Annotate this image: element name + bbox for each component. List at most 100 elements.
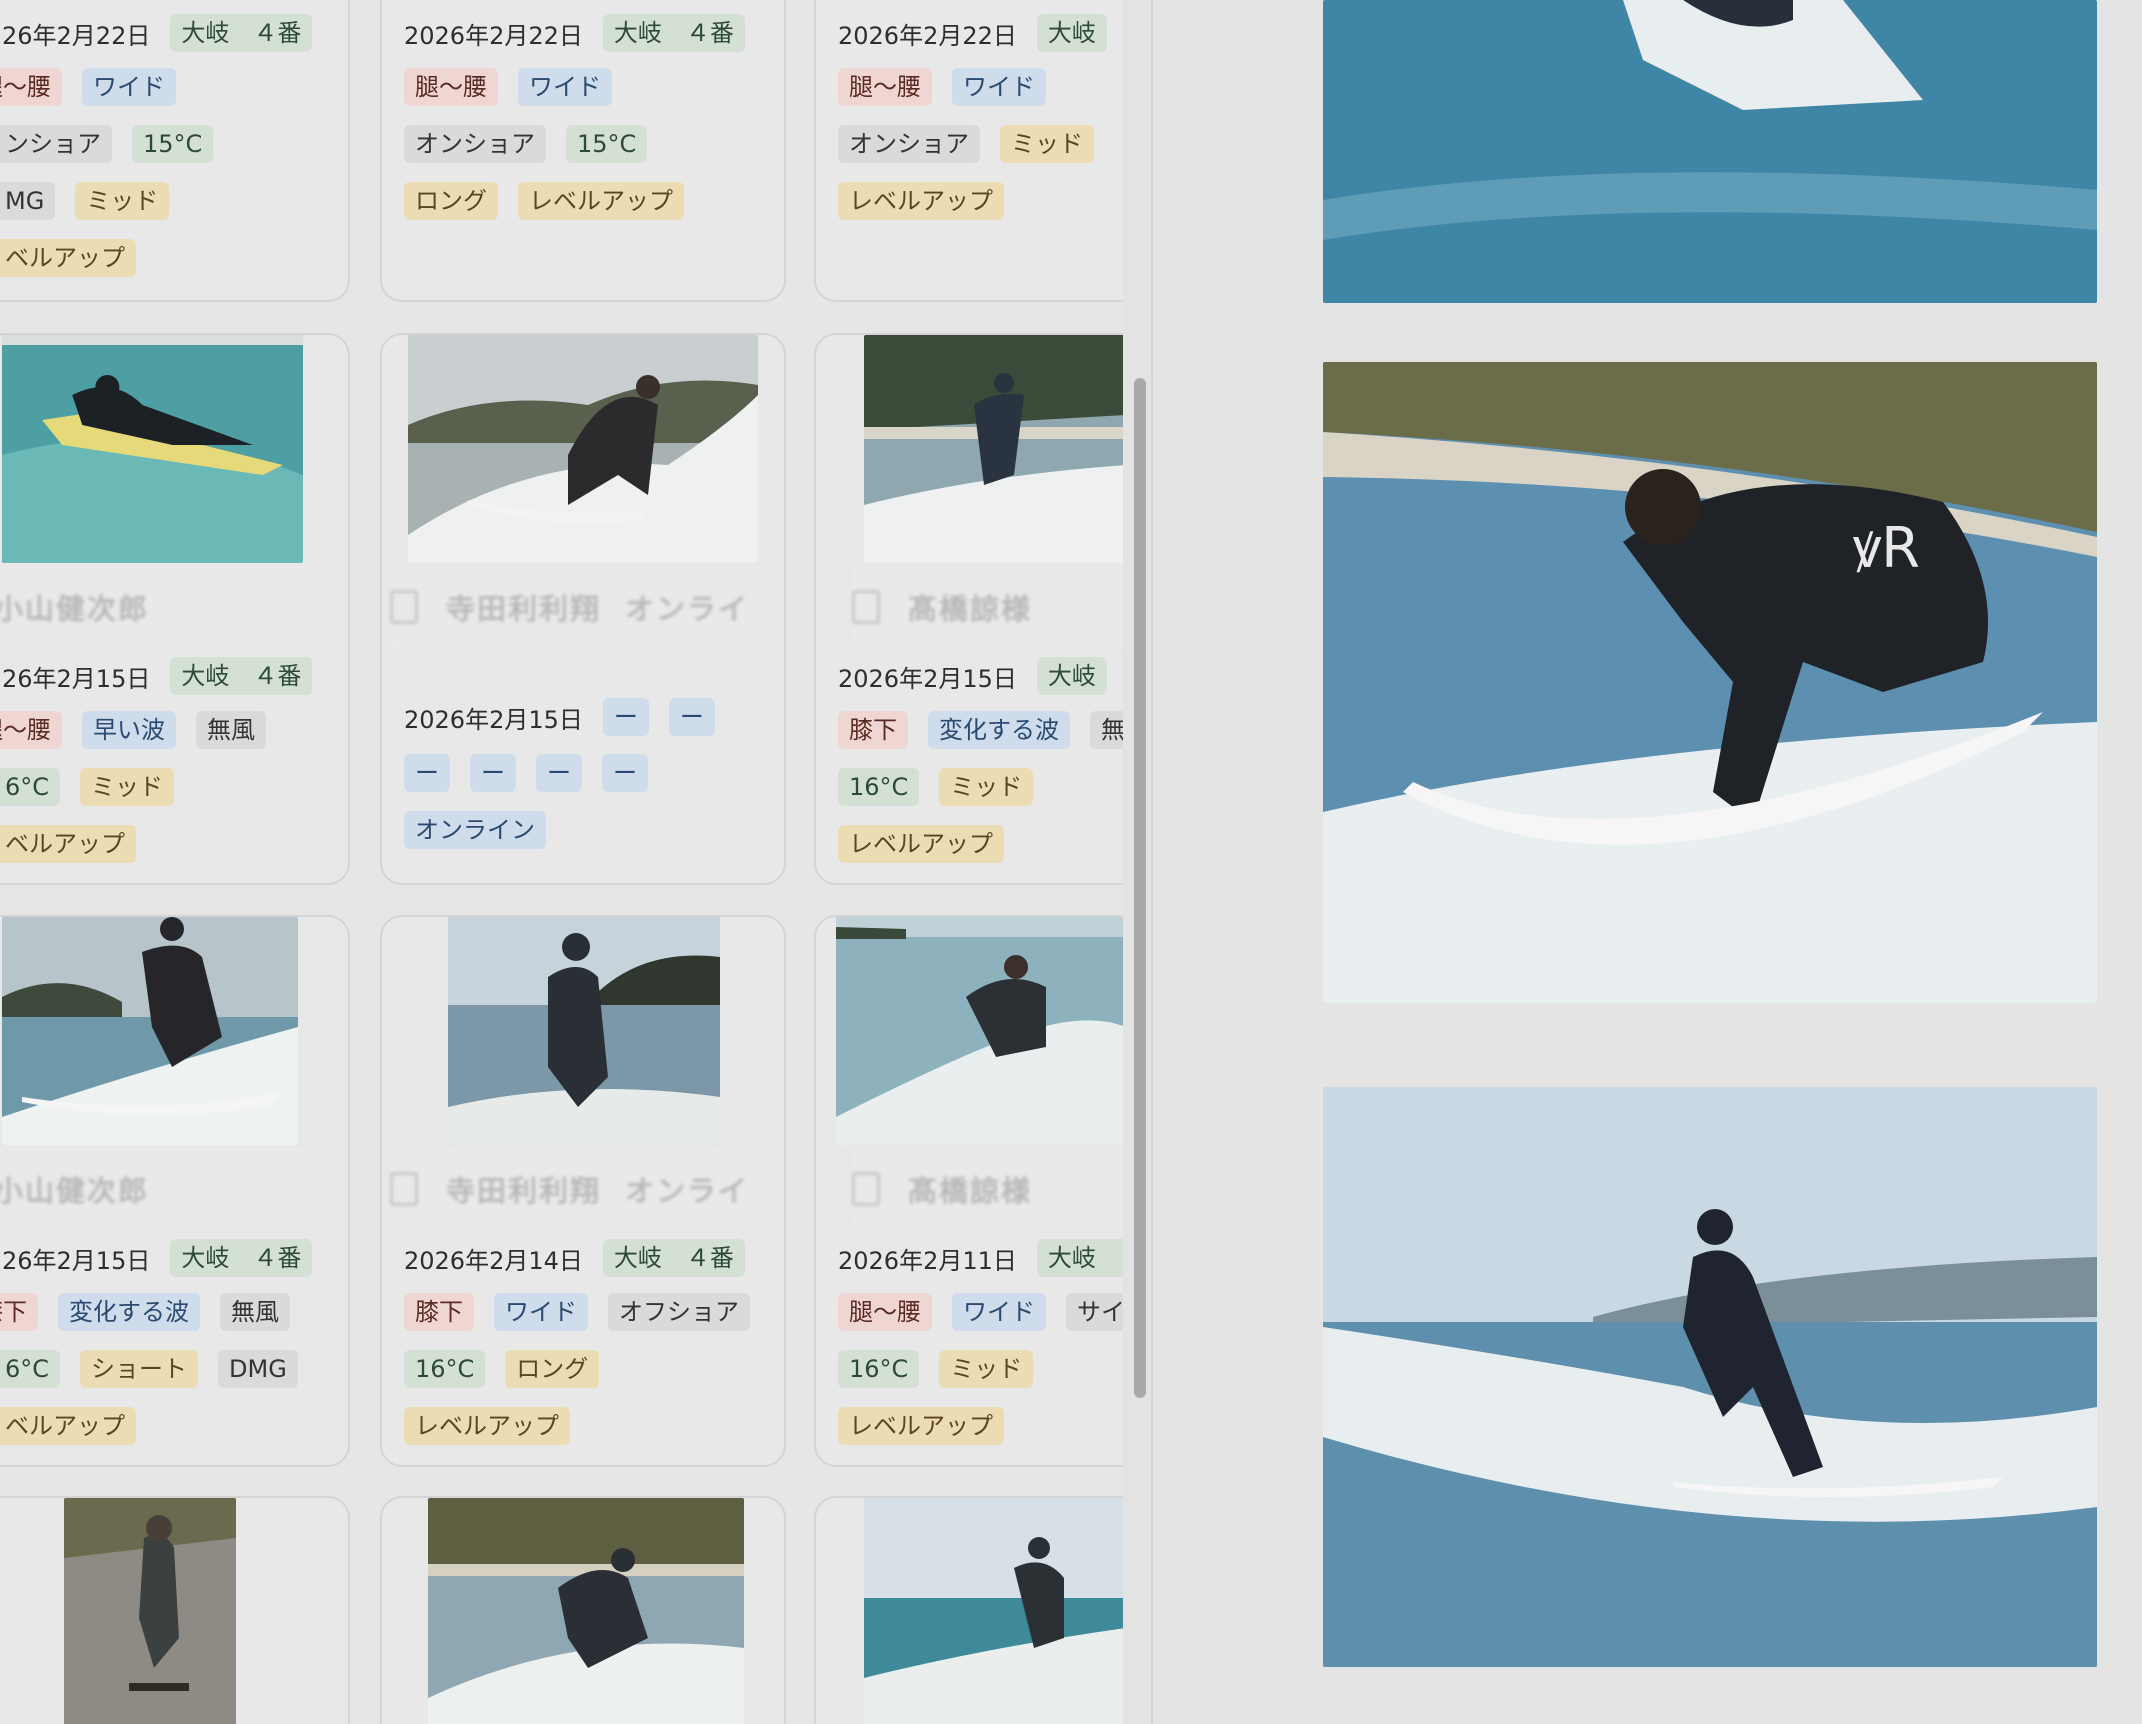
document-icon <box>852 590 880 624</box>
tag: 無風 <box>196 711 266 749</box>
tag: 6°C <box>0 768 61 806</box>
gallery-scrollbar[interactable] <box>1134 378 1146 1398</box>
card-photo <box>448 917 720 1145</box>
card-photo <box>64 1498 236 1724</box>
tag: 膝下 <box>0 1293 38 1331</box>
record-card[interactable]: 2026年2月22日 大岐 腿〜腰 ワイド オンショア ミッド レベルアップ <box>814 0 1123 302</box>
svg-text:ꝟR: ꝟR <box>1853 516 1920 581</box>
tag: 大岐 ４番 <box>170 1239 313 1277</box>
tag: 無風 <box>220 1293 290 1331</box>
tag: 無 <box>1090 711 1123 749</box>
viewer-photo[interactable]: ꝟR <box>1323 362 2097 1003</box>
document-icon <box>390 590 418 624</box>
tag: ミッド <box>1000 125 1094 163</box>
date-label: 2026年2月11日 <box>838 1246 1017 1275</box>
tag: ロング <box>404 182 498 220</box>
tag: 15°C <box>566 125 648 163</box>
tag: レベルアップ <box>518 182 684 220</box>
tag: ベルアップ <box>0 239 136 277</box>
tag: レベルアップ <box>838 182 1004 220</box>
tag: ショート <box>80 1350 199 1388</box>
card-title: 寺田利利翔 オンライ <box>390 565 782 649</box>
tag: ワイド <box>494 1293 588 1331</box>
tag: ミッド <box>939 768 1034 806</box>
date-label: 26年2月15日 <box>2 1246 151 1275</box>
record-card[interactable] <box>0 1496 350 1724</box>
tag: レベルアップ <box>838 1407 1004 1445</box>
tag: ー <box>536 754 582 792</box>
tag: 腿〜腰 <box>838 68 932 106</box>
date-label: 2026年2月22日 <box>404 21 583 50</box>
tag: 15°C <box>132 125 214 163</box>
tag: 膝下 <box>404 1293 474 1331</box>
record-card[interactable]: 寺田利利翔 オンライ 2026年2月14日 大岐 ４番 膝下 ワイド オフショア … <box>380 915 786 1467</box>
tag: 6°C <box>0 1350 61 1388</box>
tag: DMG <box>218 1350 298 1388</box>
tag: 大岐 ４ <box>1036 1239 1123 1277</box>
date-label: 26年2月15日 <box>2 664 151 693</box>
card-title: 小山健次郎 <box>0 1147 344 1231</box>
viewer-photo[interactable] <box>1323 1087 2097 1667</box>
tag: ワイド <box>952 68 1046 106</box>
tag: 変化する波 <box>928 711 1070 749</box>
card-title: 髙橋諒様 <box>852 565 1123 649</box>
tag: 変化する波 <box>58 1293 200 1331</box>
tag: ワイド <box>952 1293 1046 1331</box>
document-icon <box>390 1172 418 1206</box>
date-label: 2026年2月22日 <box>838 21 1017 50</box>
record-card[interactable]: 髙橋諒様 2026年2月15日 大岐 膝下 変化する波 無 16°C ミッド レ… <box>814 333 1123 885</box>
tag: ワイド <box>82 68 176 106</box>
tag: オンライン <box>404 811 546 849</box>
tag: ー <box>602 698 649 736</box>
tag: 大岐 <box>1036 14 1107 52</box>
card-photo <box>2 917 298 1145</box>
tag: レベルアップ <box>838 825 1004 863</box>
document-icon <box>852 1172 880 1206</box>
tag: 腿〜腰 <box>838 1293 932 1331</box>
record-card[interactable]: 寺田利利翔 オンライ 2026年2月15日 ー ー ー ー ー ー オンライン <box>380 333 786 885</box>
card-photo <box>428 1498 744 1724</box>
record-card[interactable] <box>380 1496 786 1724</box>
record-card[interactable]: 小山健次郎 26年2月15日 大岐 ４番 腿〜腰 早い波 無風 6°C ミッド … <box>0 333 350 885</box>
tag: レベルアップ <box>404 1407 570 1445</box>
tag: 16°C <box>838 1350 920 1388</box>
card-title: 寺田利利翔 オンライ <box>390 1147 782 1231</box>
tag: 大岐 ４番 <box>602 14 745 52</box>
tag: オンショア <box>838 125 980 163</box>
tag: ー <box>668 698 715 736</box>
tag: ミッド <box>75 182 170 220</box>
tag: MG <box>0 182 56 220</box>
tag: オンショア <box>404 125 546 163</box>
card-photo <box>864 1498 1123 1724</box>
tag: 16°C <box>404 1350 486 1388</box>
tag: オフショア <box>608 1293 750 1331</box>
viewer-photo[interactable] <box>1323 0 2097 303</box>
tag: ロング <box>505 1350 600 1388</box>
date-label: 26年2月22日 <box>2 21 151 50</box>
record-card[interactable]: 2026年2月22日 大岐 ４番 腿〜腰 ワイド オンショア 15°C ロング … <box>380 0 786 302</box>
date-label: 2026年2月15日 <box>838 664 1017 693</box>
tag: ー <box>602 754 648 792</box>
tag: 大岐 <box>1036 657 1107 695</box>
photo-viewer: ꝟR <box>1153 0 2142 1724</box>
tag: ー <box>404 754 450 792</box>
tag: ミッド <box>80 768 175 806</box>
tag: 早い波 <box>82 711 176 749</box>
tag: ワイド <box>518 68 612 106</box>
record-card[interactable]: 26年2月22日 大岐 ４番 腿〜腰 ワイド ンショア 15°C MG ミッド … <box>0 0 350 302</box>
tag: 大岐 ４番 <box>602 1239 745 1277</box>
card-title: 小山健次郎 <box>0 565 344 649</box>
tag: ンショア <box>0 125 112 163</box>
date-label: 2026年2月15日 <box>404 705 583 734</box>
tag: ミッド <box>939 1350 1034 1388</box>
tag: 大岐 ４番 <box>170 14 313 52</box>
card-photo <box>864 335 1123 563</box>
record-card[interactable]: 髙橋諒様 2026年2月11日 大岐 ４ 腿〜腰 ワイド サイ 16°C ミッド… <box>814 915 1123 1467</box>
card-photo <box>2 335 303 563</box>
tag: 大岐 ４番 <box>170 657 313 695</box>
tag: ベルアップ <box>0 1407 136 1445</box>
tag: 腿〜腰 <box>0 711 62 749</box>
record-card[interactable]: 小山健次郎 26年2月15日 大岐 ４番 膝下 変化する波 無風 6°C ショー… <box>0 915 350 1467</box>
record-card[interactable] <box>814 1496 1123 1724</box>
tag: サイ <box>1066 1293 1123 1331</box>
